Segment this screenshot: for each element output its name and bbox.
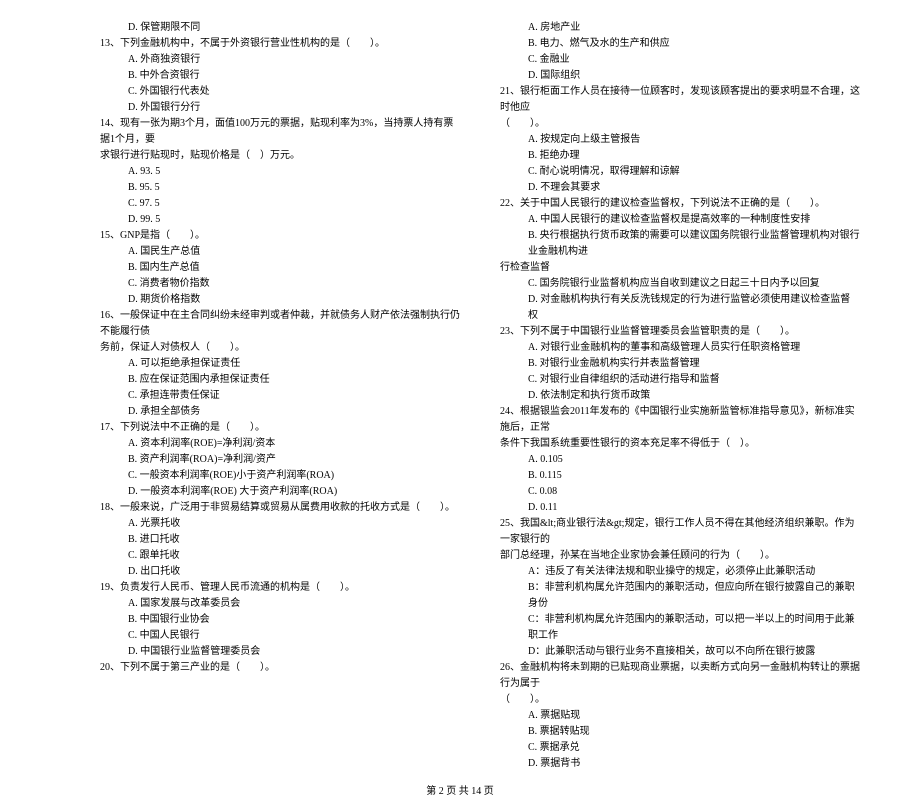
q25-option-b: B：非营利机构属允许范围内的兼职活动，但应向所在银行披露自己的兼职身份 <box>500 580 860 612</box>
q26: 26、金融机构将未到期的已贴现商业票据，以卖断方式向另一金融机构转让的票据行为属… <box>500 660 860 692</box>
q19: 19、负责发行人民币、管理人民币流通的机构是（ ）。 <box>100 580 460 596</box>
q24-cont: 条件下我国系统重要性银行的资本充足率不得低于（ ）。 <box>500 436 860 452</box>
q17-option-c: C. 一般资本利润率(ROE)小于资产利润率(ROA) <box>100 468 460 484</box>
q22-option-c: C. 国务院银行业监督机构应当自收到建议之日起三十日内予以回复 <box>500 276 860 292</box>
q24-option-c: C. 0.08 <box>500 484 860 500</box>
q14-option-c: C. 97. 5 <box>100 196 460 212</box>
q17-option-d: D. 一般资本利润率(ROE) 大于资产利润率(ROA) <box>100 484 460 500</box>
q22: 22、关于中国人民银行的建议检查监督权，下列说法不正确的是（ ）。 <box>500 196 860 212</box>
q13: 13、下列金融机构中，不属于外资银行营业性机构的是（ ）。 <box>100 36 460 52</box>
q17: 17、下列说法中不正确的是（ ）。 <box>100 420 460 436</box>
q14: 14、现有一张为期3个月，面值100万元的票据，贴现利率为3%，当持票人持有票据… <box>100 116 460 148</box>
q14-option-b: B. 95. 5 <box>100 180 460 196</box>
q24-option-a: A. 0.105 <box>500 452 860 468</box>
q24: 24、根据银监会2011年发布的《中国银行业实施新监管标准指导意见》，新标准实施… <box>500 404 860 436</box>
q16-option-a: A. 可以拒绝承担保证责任 <box>100 356 460 372</box>
q22-option-a: A. 中国人民银行的建议检查监督权是提高效率的一种制度性安排 <box>500 212 860 228</box>
page-footer: 第 2 页 共 14 页 <box>0 782 920 812</box>
q21-option-a: A. 按规定向上级主管报告 <box>500 132 860 148</box>
q15: 15、GNP是指（ ）。 <box>100 228 460 244</box>
q26-option-a: A. 票据贴现 <box>500 708 860 724</box>
q14-cont: 求银行进行贴现时，贴现价格是（ ）万元。 <box>100 148 460 164</box>
q18-option-a: A. 光票托收 <box>100 516 460 532</box>
q12-option-d: D. 保管期限不同 <box>100 20 460 36</box>
q23-option-d: D. 依法制定和执行货币政策 <box>500 388 860 404</box>
q22-option-b: B. 央行根据执行货币政策的需要可以建议国务院银行业监督管理机构对银行业金融机构… <box>500 228 860 260</box>
q23-option-a: A. 对银行业金融机构的董事和高级管理人员实行任职资格管理 <box>500 340 860 356</box>
q21: 21、银行柜面工作人员在接待一位顾客时，发现该顾客提出的要求明显不合理，这时他应 <box>500 84 860 116</box>
q13-option-c: C. 外国银行代表处 <box>100 84 460 100</box>
q17-option-b: B. 资产利润率(ROA)=净利润/资产 <box>100 452 460 468</box>
q25-option-c: C：非营利机构属允许范围内的兼职活动，可以把一半以上的时间用于此兼职工作 <box>500 612 860 644</box>
q26-option-b: B. 票据转贴现 <box>500 724 860 740</box>
q19-option-b: B. 中国银行业协会 <box>100 612 460 628</box>
q23-option-b: B. 对银行业金融机构实行并表监督管理 <box>500 356 860 372</box>
q15-option-a: A. 国民生产总值 <box>100 244 460 260</box>
q19-option-d: D. 中国银行业监督管理委员会 <box>100 644 460 660</box>
q26-option-d: D. 票据背书 <box>500 756 860 772</box>
q25-option-d: D：此兼职活动与银行业务不直接相关，故可以不向所在银行披露 <box>500 644 860 660</box>
q22-option-b-cont: 行检查监督 <box>500 260 860 276</box>
q26-cont: （ ）。 <box>500 692 860 708</box>
q21-option-b: B. 拒绝办理 <box>500 148 860 164</box>
q18-option-c: C. 跟单托收 <box>100 548 460 564</box>
q17-option-a: A. 资本利润率(ROE)=净利润/资本 <box>100 436 460 452</box>
q14-option-a: A. 93. 5 <box>100 164 460 180</box>
q22-option-d: D. 对金融机构执行有关反洗钱规定的行为进行监管必须使用建议检查监督权 <box>500 292 860 324</box>
right-column: A. 房地产业 B. 电力、燃气及水的生产和供应 C. 金融业 D. 国际组织 … <box>500 20 860 772</box>
q15-option-b: B. 国内生产总值 <box>100 260 460 276</box>
q21-option-c: C. 耐心说明情况，取得理解和谅解 <box>500 164 860 180</box>
q18: 18、一般来说，广泛用于非贸易结算或贸易从属费用收款的托收方式是（ ）。 <box>100 500 460 516</box>
q14-option-d: D. 99. 5 <box>100 212 460 228</box>
q15-option-c: C. 消费者物价指数 <box>100 276 460 292</box>
q25-cont: 部门总经理，孙某在当地企业家协会兼任顾问的行为（ ）。 <box>500 548 860 564</box>
q23: 23、下列不属于中国银行业监督管理委员会监管职责的是（ ）。 <box>500 324 860 340</box>
page-content: D. 保管期限不同 13、下列金融机构中，不属于外资银行营业性机构的是（ ）。 … <box>0 0 920 782</box>
q20-option-b: B. 电力、燃气及水的生产和供应 <box>500 36 860 52</box>
q19-option-c: C. 中国人民银行 <box>100 628 460 644</box>
q15-option-d: D. 期货价格指数 <box>100 292 460 308</box>
q20-option-a: A. 房地产业 <box>500 20 860 36</box>
q21-option-d: D. 不理会其要求 <box>500 180 860 196</box>
q24-option-d: D. 0.11 <box>500 500 860 516</box>
q19-option-a: A. 国家发展与改革委员会 <box>100 596 460 612</box>
q21-cont: （ ）。 <box>500 116 860 132</box>
q20-option-c: C. 金融业 <box>500 52 860 68</box>
q18-option-b: B. 进口托收 <box>100 532 460 548</box>
q16-option-d: D. 承担全部债务 <box>100 404 460 420</box>
q18-option-d: D. 出口托收 <box>100 564 460 580</box>
left-column: D. 保管期限不同 13、下列金融机构中，不属于外资银行营业性机构的是（ ）。 … <box>100 20 460 772</box>
q16-option-c: C. 承担连带责任保证 <box>100 388 460 404</box>
q16: 16、一般保证中在主合同纠纷未经审判或者仲裁，并就债务人财产依法强制执行仍不能履… <box>100 308 460 340</box>
q26-option-c: C. 票据承兑 <box>500 740 860 756</box>
q23-option-c: C. 对银行业自律组织的活动进行指导和监督 <box>500 372 860 388</box>
q24-option-b: B. 0.115 <box>500 468 860 484</box>
q20-option-d: D. 国际组织 <box>500 68 860 84</box>
q25-option-a: A：违反了有关法律法规和职业操守的规定，必须停止此兼职活动 <box>500 564 860 580</box>
q16-cont: 务前，保证人对债权人（ ）。 <box>100 340 460 356</box>
q13-option-b: B. 中外合资银行 <box>100 68 460 84</box>
q13-option-d: D. 外国银行分行 <box>100 100 460 116</box>
q25: 25、我国&lt;商业银行法&gt;规定，银行工作人员不得在其他经济组织兼职。作… <box>500 516 860 548</box>
q16-option-b: B. 应在保证范围内承担保证责任 <box>100 372 460 388</box>
q13-option-a: A. 外商独资银行 <box>100 52 460 68</box>
q20: 20、下列不属于第三产业的是（ ）。 <box>100 660 460 676</box>
